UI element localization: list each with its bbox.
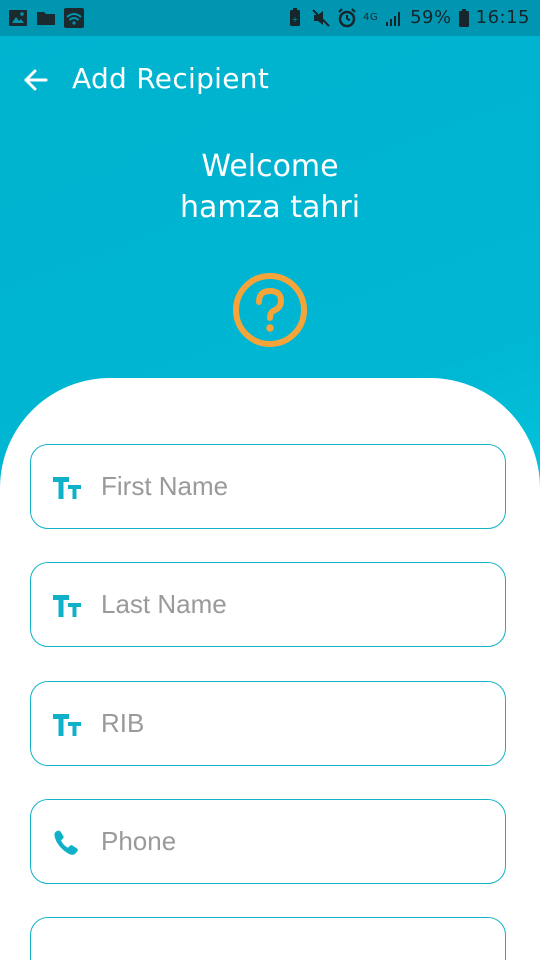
app-bar: Add Recipient: [0, 36, 540, 126]
status-right: + 4G 59% 16:15: [285, 7, 530, 28]
page-title: Add Recipient: [72, 62, 270, 95]
status-bar: + 4G 59% 16:15: [0, 0, 540, 36]
welcome-line: Welcome: [201, 149, 339, 184]
phone-input[interactable]: [101, 800, 491, 882]
text-size-icon: [53, 714, 81, 736]
arrow-left-icon: [24, 69, 48, 91]
help-circle-icon[interactable]: [231, 271, 309, 349]
back-button[interactable]: [20, 64, 52, 96]
next-field-partial[interactable]: [30, 917, 506, 960]
wifi-notification-icon: [64, 8, 84, 28]
alarm-icon: [338, 7, 356, 27]
status-time: 16:15: [475, 7, 530, 28]
add-recipient-screen: + 4G 59% 16:15 Add Recipient Welcome ham…: [0, 0, 540, 960]
welcome-message: Welcome hamza tahri: [0, 146, 540, 228]
last-name-field[interactable]: [30, 562, 506, 647]
battery-saver-icon: +: [289, 7, 300, 26]
mute-icon: [312, 8, 330, 27]
svg-text:+: +: [292, 15, 299, 24]
first-name-input[interactable]: [101, 445, 491, 527]
battery-icon: [458, 8, 469, 27]
phone-icon: [54, 830, 78, 855]
last-name-input[interactable]: [101, 563, 491, 645]
signal-icon: [386, 11, 401, 26]
network-type-label: 4G: [362, 11, 379, 23]
user-name: hamza tahri: [179, 190, 361, 225]
status-left: [8, 8, 84, 28]
first-name-field[interactable]: [30, 444, 506, 529]
rib-field[interactable]: [30, 681, 506, 766]
folder-notification-icon: [37, 12, 55, 25]
image-notification-icon: [9, 10, 27, 26]
phone-field[interactable]: [30, 799, 506, 884]
text-size-icon: [53, 477, 81, 499]
rib-input[interactable]: [101, 682, 491, 764]
battery-percentage: 59%: [410, 7, 452, 28]
text-size-icon: [53, 595, 81, 617]
recipient-form: [0, 378, 540, 960]
